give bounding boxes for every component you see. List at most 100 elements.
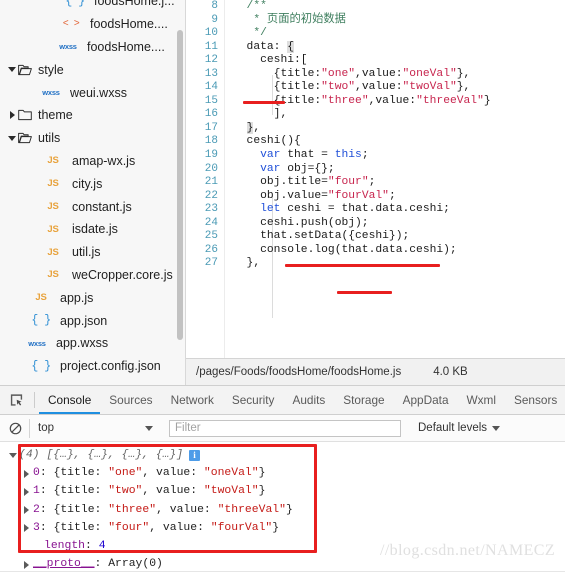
file-tree-item-app-json[interactable]: { } app.json (0, 309, 185, 332)
code-line[interactable]: ceshi:[ (225, 54, 565, 68)
console-token-idx: 1 (33, 485, 40, 498)
tab-network[interactable]: Network (162, 387, 223, 414)
expand-collapse-right-icon[interactable] (22, 482, 33, 500)
code-line[interactable]: console.log(that.data.ceshi); (225, 244, 565, 258)
tab-appdata[interactable]: AppData (394, 387, 458, 414)
code-line[interactable]: /** (225, 0, 565, 14)
file-tree-item-wecropper-core-js[interactable]: JS weCropper.core.js (0, 264, 185, 287)
code-line[interactable]: ceshi.push(obj); (225, 217, 565, 231)
file-tree-item-foodshome[interactable]: wxss foodsHome.... (0, 36, 185, 59)
expand-collapse-right-icon[interactable] (22, 519, 33, 537)
console-token-plain: , value: (156, 503, 218, 516)
file-tree-sidebar[interactable]: { } foodsHome.j... < > foodsHome.... wxss foo… (0, 0, 186, 385)
array-item-row[interactable]: 1: {title: "two", value: "twoVal"} (0, 482, 565, 500)
tab-audits[interactable]: Audits (283, 387, 334, 414)
code-line[interactable]: * 页面的初始数据 (225, 14, 565, 28)
code-token-cmt: * 页面的初始数据 (233, 13, 346, 26)
file-tree-list: { } foodsHome.j... < > foodsHome.... wxss foo… (0, 0, 185, 378)
console-filter-input[interactable] (169, 419, 401, 437)
wxss-file-icon-glyph: wxss (59, 42, 77, 52)
tab-sources[interactable]: Sources (100, 387, 161, 414)
file-tree-item-amap-wx-js[interactable]: JS amap-wx.js (0, 150, 185, 173)
array-item-row[interactable]: 2: {title: "three", value: "threeVal"} (0, 501, 565, 519)
file-tree-item-weui-wxss[interactable]: wxss weui.wxss (0, 81, 185, 104)
code-token-cmt: /** (233, 0, 267, 12)
code-line[interactable]: */ (225, 27, 565, 41)
code-token-str: "oneVal" (402, 67, 457, 80)
code-line[interactable]: var obj={}; (225, 163, 565, 177)
js-file-icon-glyph: JS (35, 292, 47, 304)
code-line[interactable]: let ceshi = that.data.ceshi; (225, 203, 565, 217)
file-tree-item-foodshome-j[interactable]: { } foodsHome.j... (0, 0, 185, 13)
file-tree-item-isdate-js[interactable]: JS isdate.js (0, 218, 185, 241)
code-token-str: "threeVal" (416, 94, 484, 107)
code-token-plain: } (483, 94, 491, 107)
file-tree-item-app-wxss[interactable]: wxss app.wxss (0, 332, 185, 355)
tab-security[interactable]: Security (223, 387, 284, 414)
expand-collapse-down-icon[interactable] (8, 446, 19, 464)
file-tree-item-constant-js[interactable]: JS constant.js (0, 195, 185, 218)
file-tree-item-foodshome[interactable]: < > foodsHome.... (0, 13, 185, 36)
file-tree-item-util-js[interactable]: JS util.js (0, 241, 185, 264)
chevron-right-icon[interactable] (6, 104, 18, 127)
ceshi-array-underline (243, 101, 285, 104)
file-tree-item-style[interactable]: style (0, 58, 185, 81)
array-item-row[interactable]: 3: {title: "four", value: "fourVal"} (0, 519, 565, 537)
file-tree-item-theme[interactable]: theme (0, 104, 185, 127)
json-file-icon: { } (28, 360, 54, 373)
line-number: 23 (204, 203, 218, 216)
inspect-element-icon[interactable] (2, 386, 30, 414)
array-summary-row[interactable]: (4) [{…}, {…}, {…}, {…}] i (0, 446, 565, 464)
no-entry-clear-console-icon[interactable] (3, 415, 27, 441)
code-line[interactable]: {title:"one",value:"oneVal"}, (225, 68, 565, 82)
code-token-plain: {title: (233, 67, 322, 80)
sidebar-scrollbar[interactable] (177, 30, 183, 340)
code-area[interactable]: 8 9 10 11 12 13 14 15 16 17 18 19 20 21 22 23 24 25 26 27 /… (186, 0, 565, 358)
code-line[interactable]: ], (225, 108, 565, 122)
chevron-down-icon[interactable] (6, 58, 18, 81)
file-tree-item-label: project.config.json (60, 359, 161, 374)
file-tree-item-app-js[interactable]: JS app.js (0, 286, 185, 309)
code-token-plain: ,value: (355, 81, 403, 94)
tab-sensors[interactable]: Sensors (505, 387, 565, 414)
code-token-plain: ceshi.push(obj); (233, 216, 369, 229)
code-token-str: "twoVal" (402, 81, 457, 94)
js-file-icon-glyph: JS (47, 246, 59, 258)
tab-wxml[interactable]: Wxml (458, 387, 505, 414)
tab-console[interactable]: Console (39, 387, 100, 414)
tab-storage[interactable]: Storage (334, 387, 393, 414)
code-token-kw: var (260, 149, 281, 162)
code-line[interactable]: data: { (225, 40, 565, 55)
editor-status-bar: /pages/Foods/foodsHome/foodsHome.js 4.0 … (186, 358, 565, 385)
file-tree-item-utils[interactable]: utils (0, 127, 185, 150)
code-line[interactable]: obj.value="fourVal"; (225, 190, 565, 204)
file-tree-item-city-js[interactable]: JS city.js (0, 172, 185, 195)
code-editor[interactable]: 8 9 10 11 12 13 14 15 16 17 18 19 20 21 22 23 24 25 26 27 /… (186, 0, 565, 385)
file-tree-item-project-config-json[interactable]: { } project.config.json (0, 355, 185, 378)
console-levels-select[interactable]: Default levels (418, 422, 501, 434)
code-line[interactable]: ceshi(){ (225, 135, 565, 149)
console-token-plain: : {title: (39, 485, 109, 498)
chevron-down-icon[interactable] (6, 127, 18, 150)
code-line[interactable]: }, (225, 121, 565, 136)
code-line[interactable]: {title:"two",value:"twoVal"}, (225, 81, 565, 95)
array-item-row[interactable]: 0: {title: "one", value: "oneVal"} (0, 464, 565, 482)
code-token-plain: obj={}; (280, 162, 335, 175)
expand-collapse-right-icon[interactable] (22, 555, 33, 572)
js-file-icon-glyph: JS (47, 269, 59, 281)
console-context-select[interactable]: top (29, 418, 161, 438)
expand-collapse-right-icon[interactable] (22, 501, 33, 519)
file-tree-item-label: utils (38, 131, 61, 146)
code-content[interactable]: /** * 页面的初始数据 */ data: { ceshi:[ {title:… (225, 0, 565, 358)
console-output[interactable]: (4) [{…}, {…}, {…}, {…}] i 0: {title: "one… (0, 442, 565, 572)
code-line[interactable]: var that = this; (225, 149, 565, 163)
code-token-plain: ,value: (355, 67, 403, 80)
code-line[interactable]: that.setData({ceshi}); (225, 230, 565, 244)
code-line[interactable]: obj.title="four"; (225, 176, 565, 190)
expand-collapse-right-icon[interactable] (22, 464, 33, 482)
console-info-icon[interactable]: i (189, 449, 201, 461)
